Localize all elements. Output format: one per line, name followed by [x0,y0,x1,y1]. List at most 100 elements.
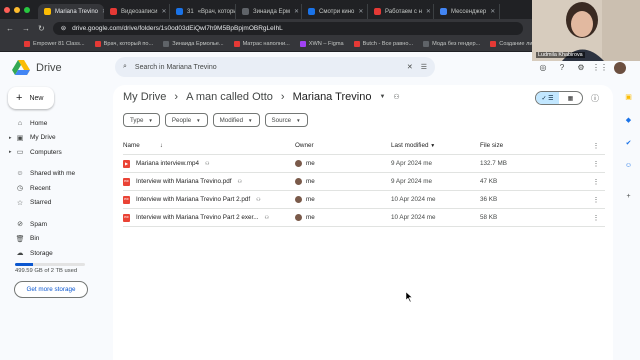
breadcrumb-parent-folder[interactable]: A man called Otto [186,91,273,103]
contacts-icon[interactable]: ☺ [624,161,633,170]
share-folder-icon[interactable]: ⚇ [393,93,399,101]
sidebar-item-storage[interactable]: ☁ Storage [0,246,110,261]
column-size-header[interactable]: File size [480,142,590,149]
bookmark-item[interactable]: XWN – Figma [299,41,344,47]
breadcrumb-my-drive[interactable]: My Drive [123,91,166,103]
sidebar-item-label: Computers [30,148,62,156]
tab-close-icon[interactable]: ✕ [162,8,167,15]
url-field[interactable]: ⊜ drive.google.com/drive/folders/1s0od03… [52,21,523,35]
caret-right-icon[interactable]: ▸ [9,149,12,155]
row-more-options-icon[interactable]: ⋮ [590,196,602,204]
filter-source[interactable]: Source ▼ [264,113,308,127]
file-name[interactable]: Interview with Mariana Trevino Part 2.pd… [136,196,250,203]
sidebar-item-my-drive[interactable]: ▸ ▣ My Drive [0,131,110,146]
reload-icon[interactable]: ↻ [38,24,45,33]
site-info-icon[interactable]: ⊜ [61,24,66,32]
search-icon[interactable]: ⌕ [123,63,127,71]
search-options-icon[interactable]: ☰ [421,63,427,71]
new-button-label: New [29,94,44,102]
bookmark-item[interactable]: Empower 81 Class... [24,41,85,47]
sidebar-item-computers[interactable]: ▸ ▭ Computers [0,145,110,160]
dropdown-caret-icon: ▼ [296,117,301,123]
tab-label: Работаем с н [385,8,422,15]
keep-icon[interactable]: ◆ [624,115,633,124]
bookmark-item[interactable]: Матрас наполни... [233,41,290,47]
tab-close-icon[interactable]: ✕ [490,8,495,15]
filter-modified[interactable]: Modified ▼ [212,113,260,127]
table-row[interactable]: PDF Interview with Mariana Trevino Part 2… [123,191,605,209]
browser-tab[interactable]: Mariana Trevino✕ [38,4,104,19]
browser-tab[interactable]: 31«Врач, которы✕ [170,4,236,19]
maximize-window-button[interactable] [24,6,30,13]
settings-gear-icon[interactable]: ⚙ [576,62,586,72]
more-options-icon[interactable]: ⋮ [590,142,602,150]
url-text: drive.google.com/drive/folders/1s0od03dE… [72,24,283,32]
table-row[interactable]: PDF Interview with Mariana Trevino Part 2… [123,209,605,227]
file-name[interactable]: Mariana interview.mp4 [136,160,199,167]
sidebar-item-spam[interactable]: ⊘ Spam [0,217,110,232]
offline-status-icon[interactable]: ◎ [538,62,548,72]
details-info-icon[interactable]: ⓘ [591,93,599,104]
sidebar-item-shared-with-me[interactable]: ☺ Shared with me [0,167,110,182]
column-name-header[interactable]: Name [123,142,140,149]
pdf-file-icon: PDF [123,195,130,204]
browser-tab[interactable]: Зинаида Ерм ✕ [236,4,302,19]
file-name[interactable]: Interview with Mariana Trevino Part 2 ex… [136,214,259,221]
sidebar-item-bin[interactable]: 🗑 Bin [0,232,110,247]
row-more-options-icon[interactable]: ⋮ [590,160,602,168]
tab-close-icon[interactable]: ✕ [426,8,431,15]
forward-icon[interactable]: → [22,24,30,33]
minimize-window-button[interactable] [14,6,20,13]
help-icon[interactable]: ? [557,62,567,72]
browser-tab[interactable]: Работаем с н ✕ [368,4,434,19]
table-row[interactable]: PDF Interview with Mariana Trevino.pdf ⚇ me… [123,173,605,191]
drive-logo[interactable]: Drive [12,60,62,75]
search-bar[interactable]: ⌕ Search in Mariana Trevino ✕ ☰ [115,57,435,77]
bookmark-item[interactable]: Мода без гендер... [423,41,480,47]
table-row[interactable]: ▶ Mariana interview.mp4 ⚇ me 9 Apr 2024 me 13… [123,155,605,173]
file-name[interactable]: Interview with Mariana Trevino.pdf [136,178,232,185]
bookmark-item[interactable]: Зинаида Ермолье... [163,41,224,47]
back-icon[interactable]: ← [6,24,14,33]
filter-type[interactable]: Type ▼ [123,113,160,127]
tasks-icon[interactable]: ✔ [624,138,633,147]
sidebar-item-recent[interactable]: ◷ Recent [0,181,110,196]
apps-grid-icon[interactable]: ⋮⋮ [592,62,608,72]
bookmark-item[interactable]: Создание ли [490,41,532,47]
column-owner-header[interactable]: Owner [295,142,391,149]
sidebar-item-starred[interactable]: ☆ Starred [0,196,110,211]
new-button[interactable]: + New [8,87,54,109]
clear-search-icon[interactable]: ✕ [407,63,413,71]
account-avatar[interactable] [614,62,626,74]
owner-avatar [295,196,302,203]
drive-logo-icon [12,60,30,75]
grid-view-button[interactable]: ▦ [559,92,582,104]
chevron-down-icon[interactable]: ▼ [379,94,385,100]
caret-right-icon[interactable]: ▸ [9,135,12,141]
tab-favicon-icon [242,8,249,15]
add-app-icon[interactable]: + [624,192,633,201]
calendar-icon[interactable]: ▣ [624,92,633,101]
filter-label: People [171,116,192,124]
browser-tab[interactable]: Смотри кино ✕ [302,4,368,19]
close-window-button[interactable] [4,6,10,13]
get-more-storage-button[interactable]: Get more storage [14,281,88,298]
breadcrumb-current-folder[interactable]: Mariana Trevino [293,91,372,103]
bookmark-item[interactable]: Врач, который по... [94,41,153,47]
table-header: Name ↓ Owner Last modified ▼ File size ⋮ [123,137,605,155]
column-modified-header[interactable]: Last modified ▼ [391,142,480,149]
browser-tab[interactable]: Видеозаписи ✕ [104,4,170,19]
search-input[interactable]: Search in Mariana Trevino [135,64,399,71]
tab-close-icon[interactable]: ✕ [358,8,363,15]
filter-people[interactable]: People ▼ [164,113,208,127]
tab-close-icon[interactable]: ✕ [294,8,299,15]
sidebar-item-home[interactable]: ⌂ Home [0,116,110,131]
file-name-cell: ▶ Mariana interview.mp4 ⚇ [123,159,295,168]
browser-tab[interactable]: Мессенджер ✕ [434,4,500,19]
sort-arrow-down-icon[interactable]: ↓ [160,143,163,149]
row-more-options-icon[interactable]: ⋮ [590,178,602,186]
row-more-options-icon[interactable]: ⋮ [590,214,602,222]
bookmark-item[interactable]: Butch - Все равно... [353,41,413,47]
list-view-button[interactable]: ✓ ☰ [536,92,559,104]
owner-avatar [295,160,302,167]
